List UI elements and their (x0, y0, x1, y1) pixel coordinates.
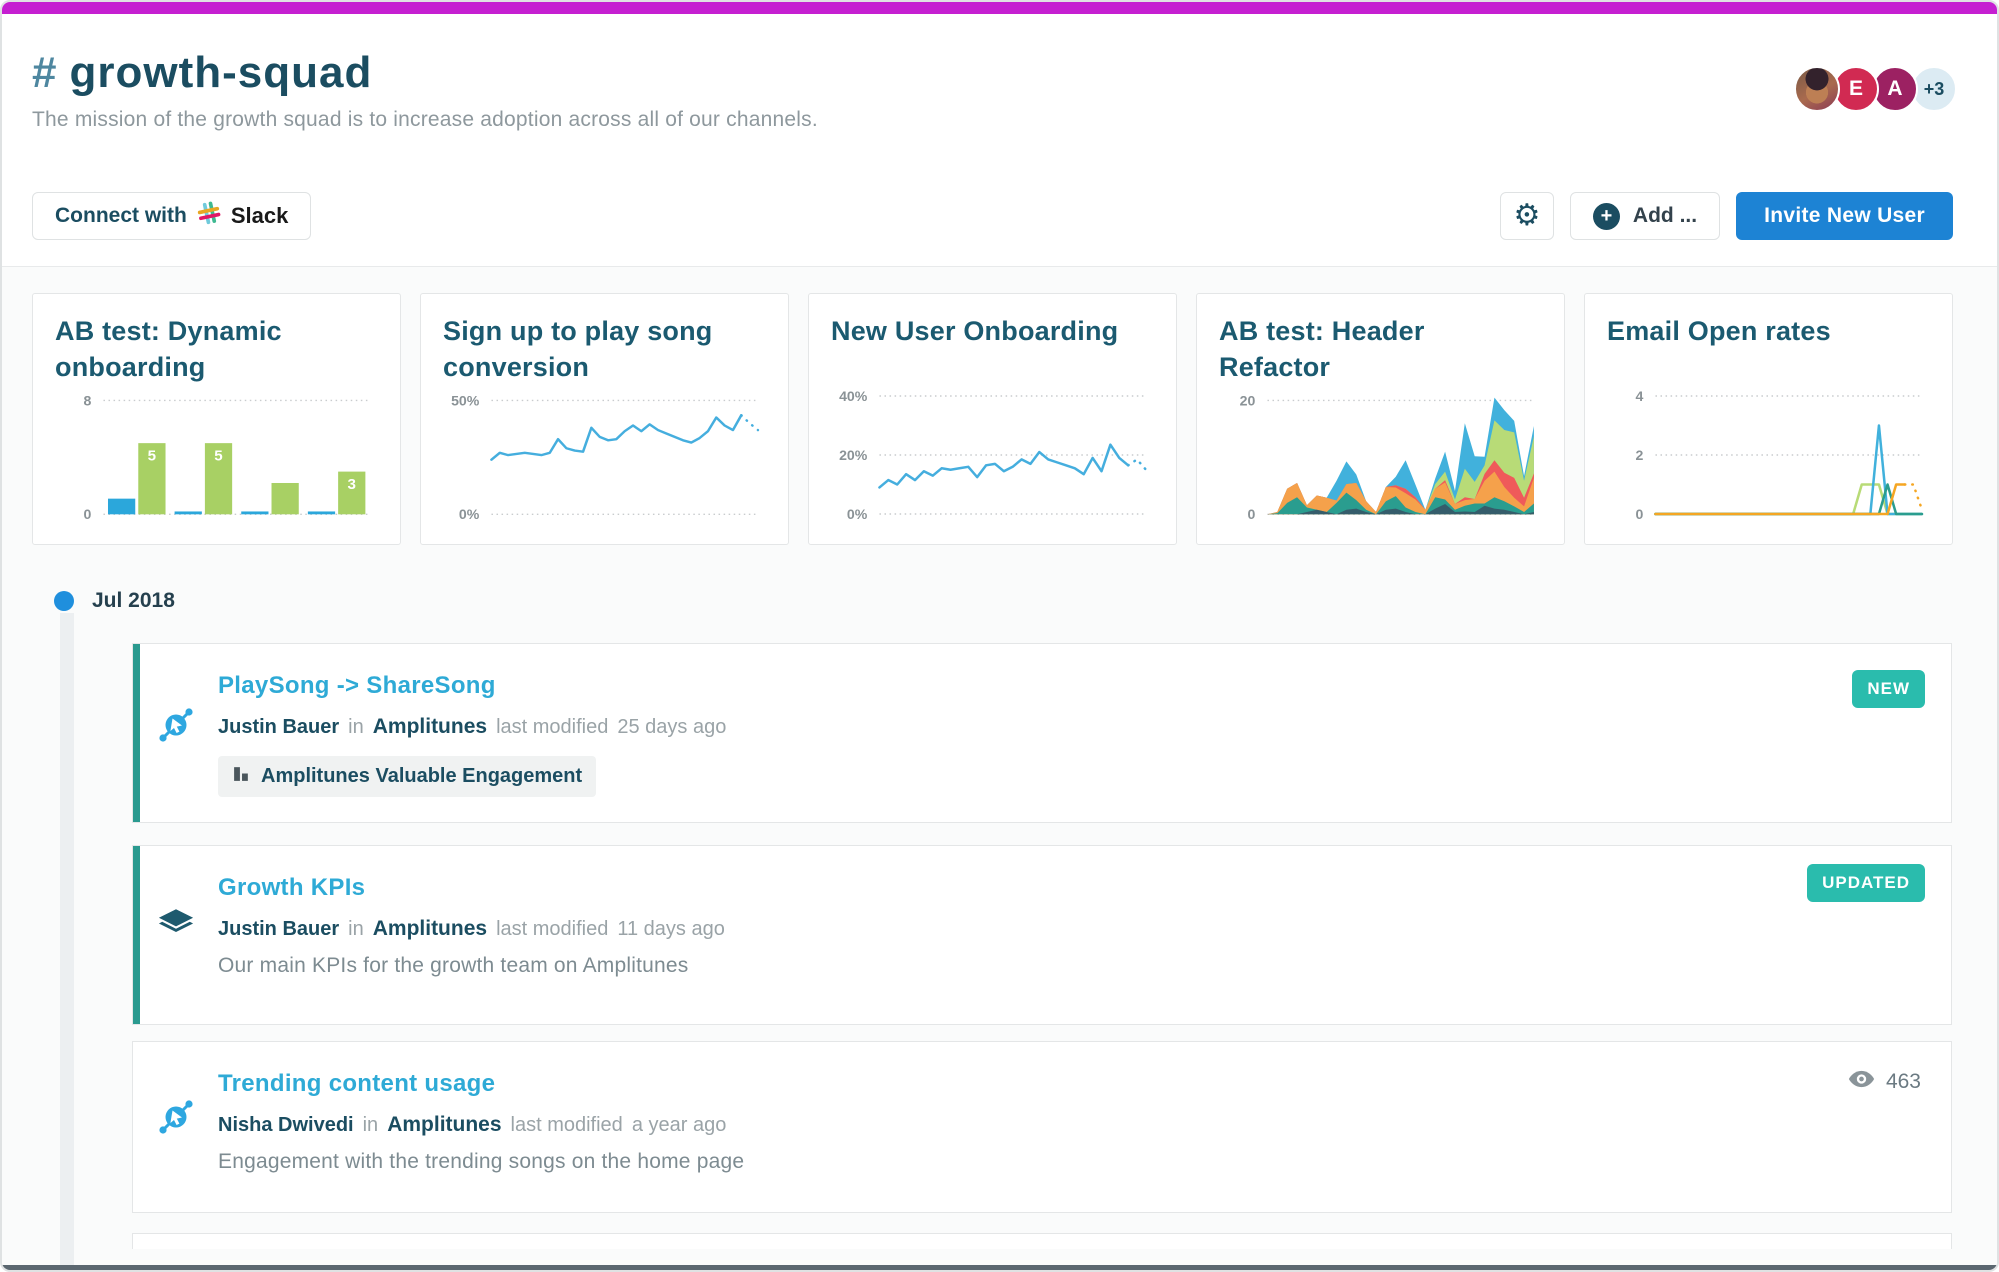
item-description: Our main KPIs for the growth team on Amp… (218, 954, 1921, 978)
connect-label: Connect with (55, 204, 187, 228)
item-title-link[interactable]: PlaySong -> ShareSong (218, 672, 1921, 700)
status-badge-updated: UPDATED (1807, 864, 1925, 902)
item-accent-bar (133, 644, 140, 822)
svg-text:4: 4 (1635, 388, 1643, 404)
svg-text:2: 2 (1635, 447, 1643, 463)
channel-hash: # (32, 48, 57, 97)
eye-icon (1848, 1070, 1875, 1094)
mini-line-chart: 40% 20% 0% (831, 380, 1154, 530)
svg-text:0: 0 (1635, 506, 1643, 522)
layers-icon (157, 908, 195, 944)
chart-card-title: New User Onboarding (831, 314, 1154, 350)
svg-text:3: 3 (348, 478, 356, 494)
top-accent-bar (2, 2, 1997, 14)
slack-brand-label: Slack (231, 203, 289, 229)
item-modified-time: a year ago (632, 1114, 727, 1137)
svg-text:40%: 40% (839, 388, 868, 404)
item-modified-time: 25 days ago (617, 716, 726, 739)
page-title: #growth-squad (32, 50, 818, 96)
item-accent-bar (133, 846, 140, 1024)
view-count-value: 463 (1886, 1070, 1921, 1094)
chart-card-title: AB test: Dynamic onboarding (55, 314, 378, 385)
svg-text:5: 5 (214, 449, 222, 465)
toolbar: Connect with Slack ⚙ + Add ... Invite Ne… (2, 192, 1997, 240)
item-meta: Nisha Dwivedi in Amplitunes last modifie… (218, 1113, 1921, 1137)
item-author[interactable]: Nisha Dwivedi (218, 1114, 354, 1137)
chart-card-new-user-onboarding[interactable]: New User Onboarding 40% 20% 0% (808, 293, 1177, 545)
item-tag[interactable]: Amplitunes Valuable Engagement (218, 756, 596, 797)
add-button-label: Add ... (1633, 204, 1697, 228)
timeline-month-label: Jul 2018 (92, 589, 175, 613)
toolbar-right: ⚙ + Add ... Invite New User (1500, 192, 1953, 240)
gear-icon: ⚙ (1513, 201, 1540, 231)
avatar-photo[interactable] (1794, 66, 1840, 112)
funnel-chart-icon (157, 706, 195, 749)
mini-line-chart: 50% 0% (443, 385, 766, 530)
chart-card-title: AB test: Header Refactor (1219, 314, 1542, 385)
window-bottom-edge (2, 1265, 1997, 1270)
svg-text:0: 0 (83, 507, 91, 523)
item-modified-label: last modified (496, 918, 608, 941)
timeline-dot (54, 591, 74, 611)
funnel-chart-icon (157, 1098, 195, 1141)
avatar-group[interactable]: E A +3 (1794, 66, 1957, 132)
header: #growth-squad The mission of the growth … (2, 14, 1997, 132)
svg-text:5: 5 (148, 449, 156, 465)
chart-cards-row: AB test: Dynamic onboarding 8 0 5 5 3 Sign u… (2, 267, 1997, 545)
view-count: 463 (1848, 1070, 1921, 1094)
item-author[interactable]: Justin Bauer (218, 918, 339, 941)
chart-card-title: Sign up to play song conversion (443, 314, 766, 385)
item-workspace[interactable]: Amplitunes (373, 715, 487, 739)
mini-bar-chart: 8 0 5 5 3 (55, 385, 378, 530)
svg-text:8: 8 (83, 393, 91, 409)
timeline-item-playsong-sharesong[interactable]: PlaySong -> ShareSong Justin Bauer in Am… (132, 643, 1952, 823)
slack-icon (196, 200, 222, 232)
svg-text:0: 0 (1247, 507, 1255, 523)
item-meta: Justin Bauer in Amplitunes last modified… (218, 715, 1921, 739)
item-workspace[interactable]: Amplitunes (373, 917, 487, 941)
svg-text:20: 20 (1240, 393, 1256, 409)
mini-area-chart: 20 0 (1219, 385, 1542, 530)
invite-new-user-button[interactable]: Invite New User (1736, 192, 1953, 240)
item-modified-label: last modified (511, 1114, 623, 1137)
item-description: Engagement with the trending songs on th… (218, 1150, 1921, 1174)
item-meta: Justin Bauer in Amplitunes last modified… (218, 917, 1921, 941)
timeline-item-list: PlaySong -> ShareSong Justin Bauer in Am… (132, 643, 1952, 1249)
svg-text:20%: 20% (839, 447, 868, 463)
timeline-item-growth-kpis[interactable]: Growth KPIs Justin Bauer in Amplitunes l… (132, 845, 1952, 1025)
status-badge-new: NEW (1852, 670, 1925, 708)
item-tag-label: Amplitunes Valuable Engagement (261, 765, 582, 788)
item-in-label: in (348, 918, 364, 941)
item-modified-label: last modified (496, 716, 608, 739)
svg-text:50%: 50% (451, 393, 479, 409)
page-title-text: growth-squad (69, 48, 372, 97)
app-window: #growth-squad The mission of the growth … (0, 0, 1999, 1272)
item-title-link[interactable]: Trending content usage (218, 1070, 1921, 1098)
svg-text:0%: 0% (847, 506, 868, 522)
chart-card-ab-test-dynamic-onboarding[interactable]: AB test: Dynamic onboarding 8 0 5 5 3 (32, 293, 401, 545)
chart-card-email-open-rates[interactable]: Email Open rates 4 2 0 (1584, 293, 1953, 545)
item-title-link[interactable]: Growth KPIs (218, 874, 1921, 902)
item-in-label: in (363, 1114, 379, 1137)
timeline-item-partial[interactable] (132, 1233, 1952, 1249)
chart-card-title: Email Open rates (1607, 314, 1930, 350)
add-button[interactable]: + Add ... (1570, 192, 1720, 240)
mini-line-chart: 4 2 0 (1607, 380, 1930, 530)
timeline-line (60, 613, 74, 1270)
item-workspace[interactable]: Amplitunes (387, 1113, 501, 1137)
svg-text:0%: 0% (459, 507, 479, 523)
item-in-label: in (348, 716, 364, 739)
content: AB test: Dynamic onboarding 8 0 5 5 3 Sign u… (2, 267, 1997, 1270)
connect-slack-button[interactable]: Connect with Slack (32, 192, 311, 240)
item-author[interactable]: Justin Bauer (218, 716, 339, 739)
timeline-header: Jul 2018 (54, 589, 1997, 613)
page-subtitle: The mission of the growth squad is to in… (32, 108, 818, 132)
item-modified-time: 11 days ago (617, 918, 725, 941)
chart-card-ab-test-header-refactor[interactable]: AB test: Header Refactor 20 0 (1196, 293, 1565, 545)
plus-circle-icon: + (1593, 203, 1620, 230)
chart-card-signup-conversion[interactable]: Sign up to play song conversion 50% 0% (420, 293, 789, 545)
timeline-item-trending-content-usage[interactable]: Trending content usage Nisha Dwivedi in … (132, 1041, 1952, 1213)
bar-chart-icon (232, 764, 251, 789)
settings-button[interactable]: ⚙ (1500, 192, 1554, 240)
